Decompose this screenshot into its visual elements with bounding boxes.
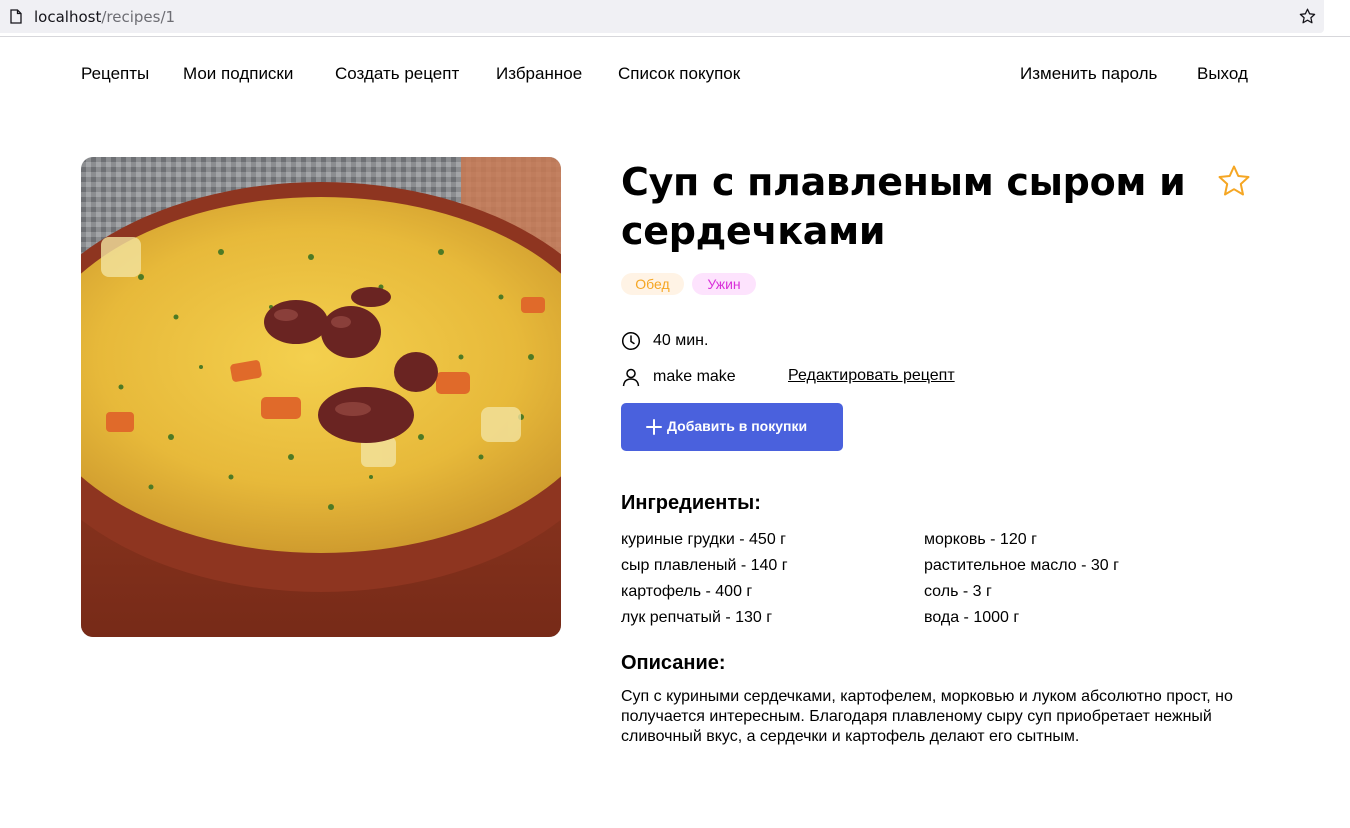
ingredient-item: растительное масло - 30 г <box>924 557 1119 574</box>
url-path: /recipes/1 <box>101 8 176 26</box>
nav-link-create-recipe[interactable]: Создать рецепт <box>335 64 459 84</box>
ingredient-item: лук репчатый - 130 г <box>621 609 773 626</box>
browser-toolbar: localhost/recipes/1 <box>0 0 1350 37</box>
nav-link-favorites[interactable]: Избранное <box>496 64 582 84</box>
page-icon <box>10 9 22 24</box>
bookmark-star-icon[interactable] <box>1298 7 1317 26</box>
ingredient-item: картофель - 400 г <box>621 583 753 600</box>
nav-link-logout[interactable]: Выход <box>1197 64 1248 84</box>
ingredient-item: соль - 3 г <box>924 583 992 600</box>
nav-link-shopping-list[interactable]: Список покупок <box>618 64 740 84</box>
recipe-author[interactable]: make make <box>653 368 736 386</box>
plus-icon <box>646 419 662 435</box>
add-to-shopping-list-button[interactable]: Добавить в покупки <box>621 403 843 451</box>
recipe-description: Суп с куриными сердечками, картофелем, м… <box>621 688 1233 745</box>
ingredient-item: куриные грудки - 450 г <box>621 531 787 548</box>
user-icon <box>622 368 640 387</box>
ingredient-item: сыр плавленый - 140 г <box>621 557 788 574</box>
add-to-shopping-list-label: Добавить в покупки <box>667 418 808 434</box>
site-nav: Рецепты Мои подписки Создать рецепт Избр… <box>81 64 1251 88</box>
clock-icon <box>621 331 641 351</box>
address-bar[interactable]: localhost/recipes/1 <box>0 0 1324 33</box>
tag-lunch: Обед <box>621 273 684 295</box>
nav-link-change-password[interactable]: Изменить пароль <box>1020 64 1157 84</box>
nav-link-recipes[interactable]: Рецепты <box>81 64 149 84</box>
tag-dinner: Ужин <box>692 273 756 295</box>
ingredient-item: вода - 1000 г <box>924 609 1020 626</box>
recipe-title: Суп с плавленым сыром и сердечками <box>621 160 1186 253</box>
nav-link-subscriptions[interactable]: Мои подписки <box>183 64 293 84</box>
recipe-image <box>81 157 561 637</box>
soup-bowl-image <box>81 157 561 637</box>
cook-time: 40 мин. <box>653 332 709 349</box>
favorite-star-icon[interactable] <box>1216 164 1252 198</box>
ingredient-item: морковь - 120 г <box>924 531 1037 548</box>
edit-recipe-link[interactable]: Редактировать рецепт <box>788 367 955 385</box>
url-host: localhost <box>34 8 102 26</box>
ingredients-heading: Ингредиенты: <box>621 492 761 514</box>
url-text[interactable]: localhost/recipes/1 <box>34 8 175 26</box>
description-heading: Описание: <box>621 652 726 674</box>
